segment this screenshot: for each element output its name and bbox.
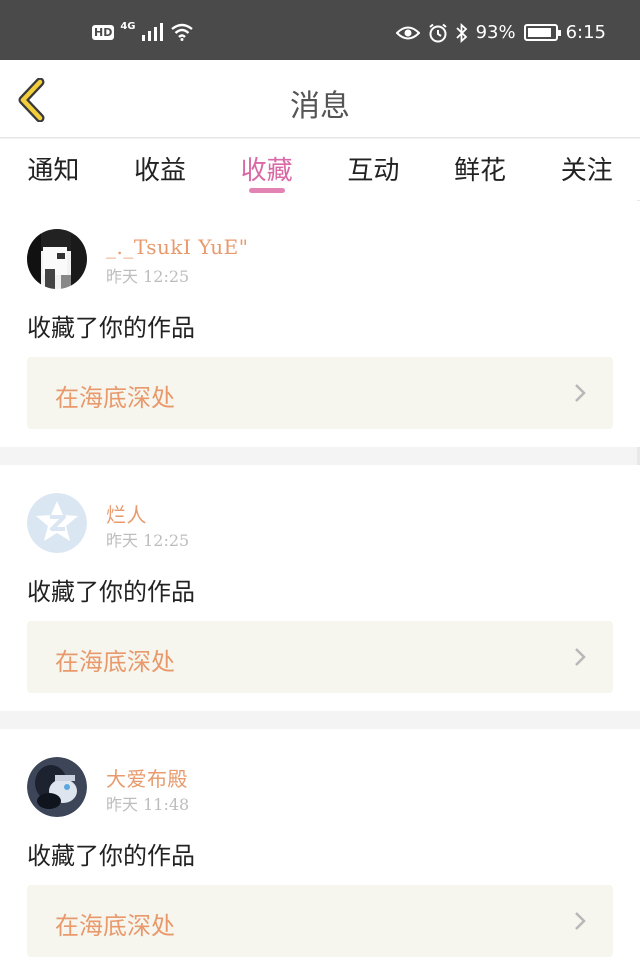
battery-level — [527, 28, 552, 37]
message-list: _._TsukI YuE" 昨天 12:25 收藏了你的作品 在海底深处 烂人 … — [0, 201, 640, 969]
tab-label: 收益 — [134, 156, 187, 186]
user-avatar-image — [27, 757, 87, 817]
tab-interactions[interactable]: 互动 — [320, 139, 427, 201]
default-avatar-icon — [27, 493, 87, 553]
timestamp: 昨天 12:25 — [106, 267, 190, 286]
tab-label: 通知 — [27, 156, 80, 186]
work-link[interactable]: 在海底深处 — [27, 621, 613, 693]
timestamp: 昨天 12:25 — [106, 531, 190, 550]
eye-icon — [395, 26, 420, 39]
signal-icon — [141, 23, 163, 41]
clock: 6:15 — [565, 22, 606, 43]
hd-badge: HD — [92, 24, 115, 40]
tab-flowers[interactable]: 鲜花 — [427, 139, 534, 201]
tab-label: 关注 — [560, 156, 613, 186]
tab-bar: 通知 收益 收藏 互动 鲜花 关注 — [0, 139, 640, 201]
battery-icon — [523, 24, 561, 41]
work-link[interactable]: 在海底深处 — [27, 885, 613, 957]
work-title: 在海底深处 — [55, 384, 175, 412]
page-title: 消息 — [290, 89, 350, 124]
avatar[interactable] — [27, 493, 87, 553]
avatar[interactable] — [27, 757, 87, 817]
message-card: 烂人 昨天 12:25 收藏了你的作品 在海底深处 — [0, 465, 640, 711]
tab-label: 收藏 — [240, 156, 293, 186]
bluetooth-icon — [455, 22, 467, 43]
action-text: 收藏了你的作品 — [27, 578, 195, 606]
avatar[interactable] — [27, 229, 87, 289]
chevron-right-icon — [575, 912, 586, 930]
status-right: 93% 6:15 — [395, 22, 606, 43]
action-text: 收藏了你的作品 — [27, 314, 195, 342]
tab-label: 互动 — [347, 156, 400, 186]
chevron-right-icon — [575, 384, 586, 402]
message-card: _._TsukI YuE" 昨天 12:25 收藏了你的作品 在海底深处 — [0, 201, 640, 447]
status-bar: HD 4G 93% 6:15 — [0, 0, 640, 60]
user-avatar-image — [27, 229, 87, 289]
work-title: 在海底深处 — [55, 648, 175, 676]
username[interactable]: 烂人 — [106, 499, 147, 528]
username[interactable]: _._TsukI YuE" — [106, 235, 248, 259]
tab-favorites[interactable]: 收藏 — [213, 139, 320, 201]
username[interactable]: 大爱布殿 — [106, 763, 188, 792]
wifi-icon — [170, 23, 193, 41]
action-text: 收藏了你的作品 — [27, 842, 195, 870]
chevron-right-icon — [575, 648, 586, 666]
network-type: 4G — [120, 20, 136, 32]
battery-percent: 93% — [475, 22, 516, 43]
status-left: HD 4G — [92, 20, 194, 41]
tab-label: 鲜花 — [454, 156, 507, 186]
app-header: 消息 — [0, 60, 640, 138]
message-card: 大爱布殿 昨天 11:48 收藏了你的作品 在海底深处 — [0, 729, 640, 969]
work-title: 在海底深处 — [55, 912, 175, 940]
alarm-icon — [428, 23, 447, 42]
work-link[interactable]: 在海底深处 — [27, 357, 613, 429]
active-tab-indicator — [248, 188, 285, 193]
tab-notifications[interactable]: 通知 — [0, 139, 107, 201]
tab-follows[interactable]: 关注 — [533, 139, 640, 201]
timestamp: 昨天 11:48 — [106, 795, 190, 814]
tab-earnings[interactable]: 收益 — [107, 139, 214, 201]
